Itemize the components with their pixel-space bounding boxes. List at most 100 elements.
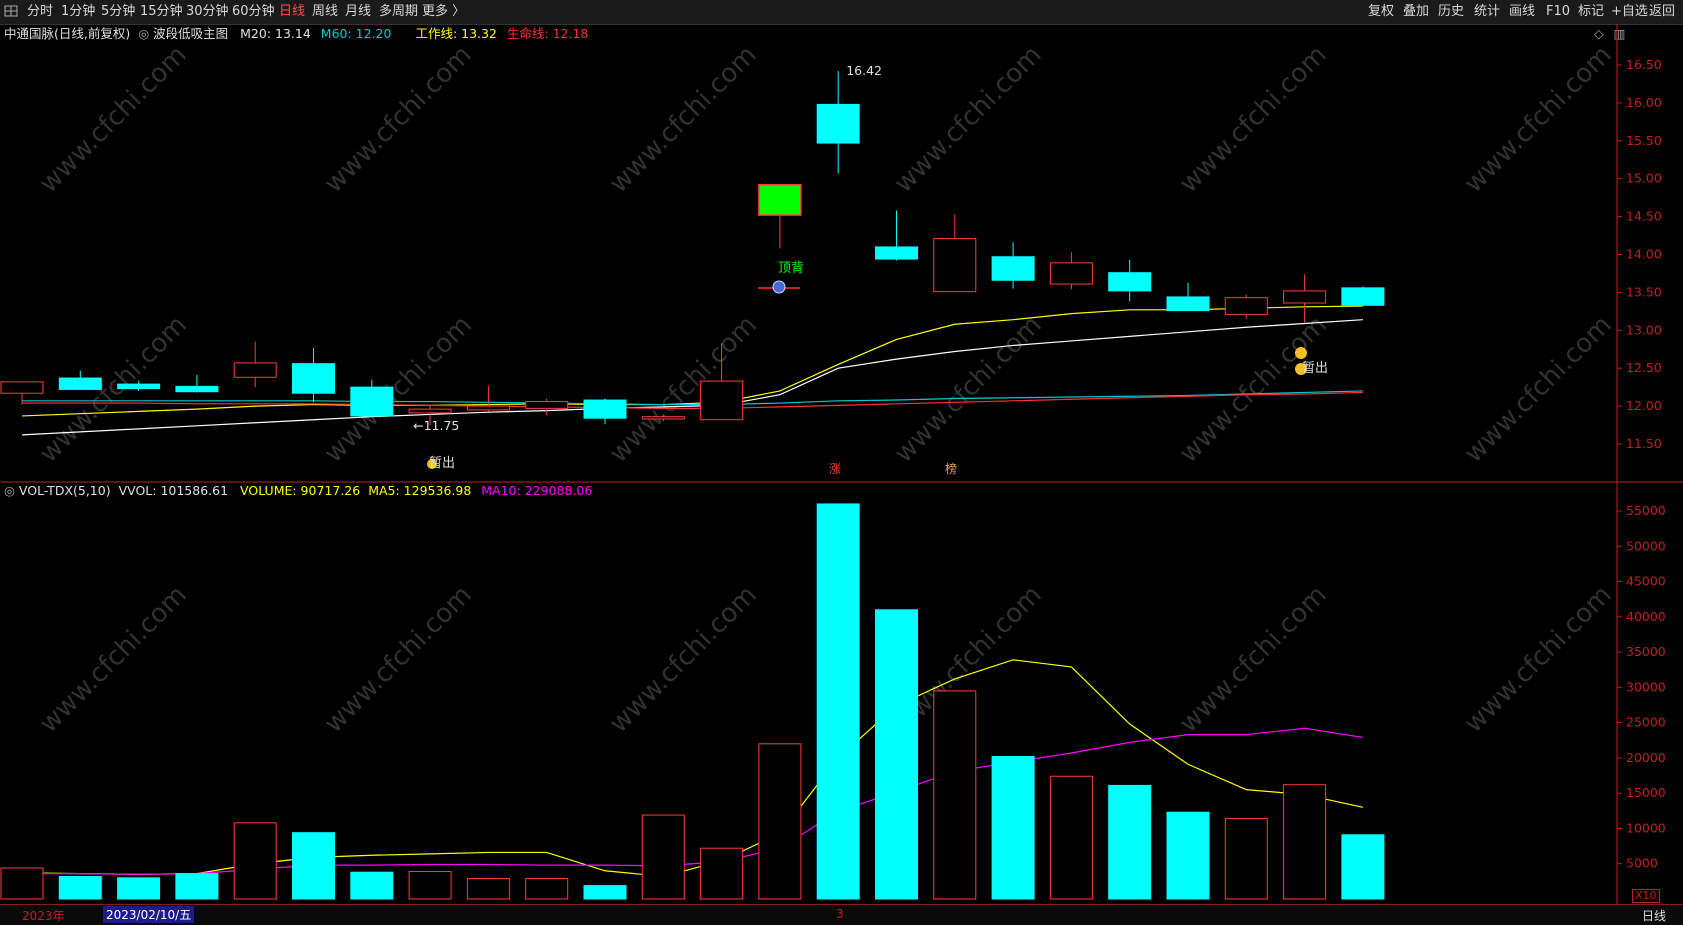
watermark-text: www.cfchi.com: [34, 310, 193, 469]
volume-bar-down: [816, 503, 860, 900]
candle-body-up: [233, 362, 277, 378]
volume-tick-label: 15000: [1626, 785, 1666, 800]
top-divergence-label: 顶背: [778, 261, 804, 276]
candle-body-down: [583, 399, 627, 419]
candle-body-up: [525, 401, 569, 409]
volume-tick-label: 40000: [1626, 609, 1666, 624]
kline-chart[interactable]: www.cfchi.com www.cfchi.com www.cfchi.com w…: [0, 24, 1683, 924]
period-tab-more[interactable]: 更多 〉: [422, 3, 465, 21]
volume-bar-down: [1166, 811, 1210, 900]
f10-button[interactable]: F10: [1546, 3, 1570, 21]
candle-body-down: [1166, 296, 1210, 312]
watermark-text: www.cfchi.com: [604, 580, 763, 739]
period-tab-5min[interactable]: 5分钟: [101, 3, 135, 21]
volume-bar-down: [991, 755, 1035, 900]
candle-body-up: [933, 238, 977, 293]
volume-bar-down: [1108, 784, 1152, 900]
time-axis-bar: 2023年 2023/02/10/五 3 日线: [0, 904, 1683, 925]
volume-tick-label: 55000: [1626, 503, 1666, 518]
period-tab-30min[interactable]: 30分钟: [186, 3, 229, 21]
volume-bar-down: [583, 885, 627, 900]
volume-tick-label: 30000: [1626, 679, 1666, 694]
volume-bar-up: [758, 743, 802, 900]
candle-body-down: [875, 246, 918, 260]
volume-bar-up: [1049, 775, 1093, 900]
period-tab-monthly[interactable]: 月线: [345, 3, 371, 21]
volume-bar-up: [933, 690, 977, 900]
period-tab-daily[interactable]: 日线: [279, 3, 305, 21]
volume-bar-up: [641, 814, 685, 900]
volume-bar-down: [58, 875, 102, 900]
period-tab-multi[interactable]: 多周期: [379, 3, 418, 21]
watermark-text: www.cfchi.com: [319, 40, 478, 199]
mark-button[interactable]: 标记: [1578, 3, 1604, 21]
overlay-button[interactable]: 叠加: [1403, 3, 1429, 21]
volume-bar-up: [700, 847, 744, 900]
volume-bar-down: [175, 873, 219, 900]
statistics-button[interactable]: 统计: [1474, 3, 1500, 21]
cursor-date-label: 2023/02/10/五: [103, 906, 195, 923]
volume-bar-down: [292, 832, 335, 900]
sell-signal-label-right: 暂出: [1302, 361, 1328, 376]
volume-bar-up: [1283, 784, 1327, 900]
volume-line-MA10: [22, 727, 1363, 875]
volume-bar-up: [0, 867, 44, 900]
watermark-text: www.cfchi.com: [34, 40, 193, 199]
volume-tick-label: 20000: [1626, 750, 1666, 765]
candle-body-up: [700, 380, 744, 421]
candle-body-up: [408, 408, 452, 414]
add-watchlist-button[interactable]: +自选: [1611, 3, 1648, 21]
price-axis: 11.50 12.00 12.50 13.00 13.50 14.00 14.50 15.00…: [1617, 57, 1666, 871]
scale-badge[interactable]: X10: [1632, 889, 1660, 903]
history-button[interactable]: 历史: [1438, 3, 1464, 21]
price-tick-label: 14.00: [1626, 247, 1662, 262]
restore-right-button[interactable]: 复权: [1368, 3, 1394, 21]
candle-body-limit-up: [758, 184, 802, 216]
watermark-text: www.cfchi.com: [889, 40, 1048, 199]
volume-bar-up: [525, 878, 569, 900]
back-button[interactable]: 返回: [1649, 3, 1675, 21]
watermark-text: www.cfchi.com: [34, 580, 193, 739]
period-tab-weekly[interactable]: 周线: [312, 3, 338, 21]
price-tick-label: 12.00: [1626, 398, 1662, 413]
draw-line-button[interactable]: 画线: [1509, 3, 1535, 21]
period-tab-15min[interactable]: 15分钟: [140, 3, 183, 21]
low-price-label: ←11.75: [413, 418, 459, 433]
watermark-text: www.cfchi.com: [1174, 40, 1333, 199]
volume-series: [0, 503, 1385, 900]
dragon-list-mark: 榜: [945, 461, 957, 476]
period-tab-fenshi[interactable]: 分时: [27, 3, 53, 21]
volume-bar-up: [408, 870, 452, 900]
volume-bar-up: [233, 822, 277, 900]
candle-body-down: [350, 386, 394, 417]
year-label: 2023年: [22, 909, 65, 923]
volume-tick-label: 50000: [1626, 538, 1666, 553]
candle-body-down: [58, 377, 102, 390]
period-label: 日线: [1642, 909, 1667, 923]
price-tick-label: 16.00: [1626, 95, 1662, 110]
candle-body-down: [816, 103, 860, 144]
volume-line-MA5: [21, 659, 1364, 878]
volume-bar-down: [117, 877, 161, 900]
candle-body-down: [1341, 287, 1385, 306]
candle-body-up: [466, 405, 510, 411]
candle-body-down: [292, 363, 335, 394]
watermark-text: www.cfchi.com: [1174, 580, 1333, 739]
watermark-text: www.cfchi.com: [1459, 580, 1618, 739]
watermark-text: www.cfchi.com: [604, 40, 763, 199]
price-tick-label: 14.50: [1626, 209, 1662, 224]
sell-signal-label: 暂出: [429, 456, 455, 471]
price-tick-label: 13.00: [1626, 322, 1662, 337]
candle-body-down: [1108, 272, 1152, 292]
volume-bar-down: [350, 871, 394, 900]
limit-up-mark: 涨: [829, 461, 841, 476]
candle-body-down: [991, 256, 1035, 281]
grid-menu-icon[interactable]: [2, 2, 20, 20]
volume-bar-down: [875, 609, 918, 900]
price-tick-label: 12.50: [1626, 360, 1662, 375]
price-tick-label: 13.50: [1626, 284, 1662, 299]
period-tab-1min[interactable]: 1分钟: [61, 3, 95, 21]
period-tab-60min[interactable]: 60分钟: [232, 3, 275, 21]
candle-body-up: [1224, 297, 1268, 315]
price-tick-label: 11.50: [1626, 436, 1662, 451]
